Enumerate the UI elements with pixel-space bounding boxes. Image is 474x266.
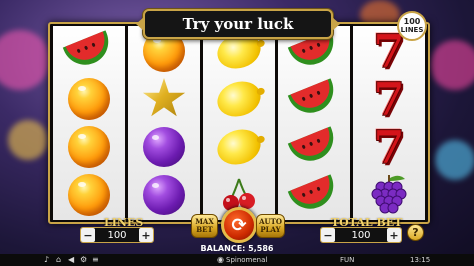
total-bet-value: 100 <box>351 229 371 241</box>
total-bet-plus-button[interactable]: + <box>387 228 401 242</box>
lines-stepper: − 100 + <box>80 227 154 243</box>
watermelon-symbol-icon <box>287 78 341 120</box>
info-button[interactable]: ? <box>407 224 424 241</box>
reel-cell <box>278 123 350 171</box>
reel-5: 777 <box>353 26 425 220</box>
reel-cell <box>53 171 125 219</box>
reel-cell <box>53 75 125 123</box>
info-icon: ? <box>412 226 419 239</box>
clock-time: 13:15 <box>410 256 431 264</box>
seven-symbol-icon: 7 <box>372 72 405 126</box>
background-bokeh <box>0 30 50 90</box>
reel-cell <box>353 171 425 219</box>
plum-symbol-icon <box>143 175 185 215</box>
volume-icon[interactable]: ◀ <box>68 255 74 264</box>
game-title-banner: Try your luck <box>136 9 340 39</box>
brand-logo-icon: ◉ <box>217 255 224 264</box>
plum-symbol-icon <box>143 127 185 167</box>
lines-badge-number: 100 <box>403 17 421 26</box>
background-bokeh <box>435 140 474 180</box>
star-symbol-icon <box>142 78 186 117</box>
lines-value: 100 <box>107 229 127 241</box>
total-bet-minus-button[interactable]: − <box>321 228 335 242</box>
reel-cell <box>128 123 200 171</box>
menu-icon[interactable]: ≡ <box>92 255 99 264</box>
lines-badge-label: LINES <box>400 26 424 34</box>
reels-frame: 777 <box>48 22 430 224</box>
reel-cell: 7 <box>353 75 425 123</box>
home-icon[interactable]: ⌂ <box>56 255 61 264</box>
reel-cell <box>128 171 200 219</box>
footer-bar: ♪ ⌂ ◀ ⚙ ≡ ◉ Spinomenal FUN 13:15 <box>0 254 474 266</box>
background-bokeh <box>430 40 474 90</box>
reel-3 <box>203 26 275 220</box>
max-bet-button[interactable]: MAX BET <box>191 214 218 238</box>
reel-cell <box>203 75 275 123</box>
reel-cell <box>53 123 125 171</box>
reel-1 <box>53 26 125 220</box>
max-bet-label: MAX BET <box>195 217 214 234</box>
sound-icon[interactable]: ♪ <box>44 255 49 264</box>
currency-label: FUN <box>340 256 355 264</box>
lines-minus-button[interactable]: − <box>81 228 95 242</box>
watermelon-symbol-icon <box>287 126 341 168</box>
lemon-symbol-icon <box>212 124 266 170</box>
background-bokeh <box>8 120 48 160</box>
lemon-symbol-icon <box>212 76 266 122</box>
settings-icon[interactable]: ⚙ <box>80 255 87 264</box>
reel-cell: 7 <box>353 123 425 171</box>
auto-play-label: AUTO PLAY <box>259 217 282 234</box>
reel-cell <box>53 27 125 75</box>
seven-symbol-icon: 7 <box>372 120 405 174</box>
spin-button[interactable]: ⟳ <box>221 207 257 243</box>
lines-count-badge: 100 LINES <box>397 11 427 41</box>
game-title: Try your luck <box>182 15 294 33</box>
reel-2 <box>128 26 200 220</box>
orange-symbol-icon <box>68 126 110 168</box>
watermelon-symbol-icon <box>62 30 116 72</box>
grapes-symbol-icon <box>367 173 411 217</box>
reel-cell <box>128 75 200 123</box>
lines-plus-button[interactable]: + <box>139 228 153 242</box>
reel-cell <box>278 171 350 219</box>
watermelon-symbol-icon <box>287 174 341 216</box>
reel-cell <box>278 75 350 123</box>
brand-name: Spinomenal <box>226 256 268 264</box>
balance-display: BALANCE: 5,586 <box>200 244 274 253</box>
spin-icon: ⟳ <box>231 214 247 236</box>
orange-symbol-icon <box>68 78 110 120</box>
total-bet-stepper: − 100 + <box>320 227 402 243</box>
orange-symbol-icon <box>68 174 110 216</box>
reel-cell <box>203 123 275 171</box>
reel-4 <box>278 26 350 220</box>
auto-play-button[interactable]: AUTO PLAY <box>256 214 285 238</box>
